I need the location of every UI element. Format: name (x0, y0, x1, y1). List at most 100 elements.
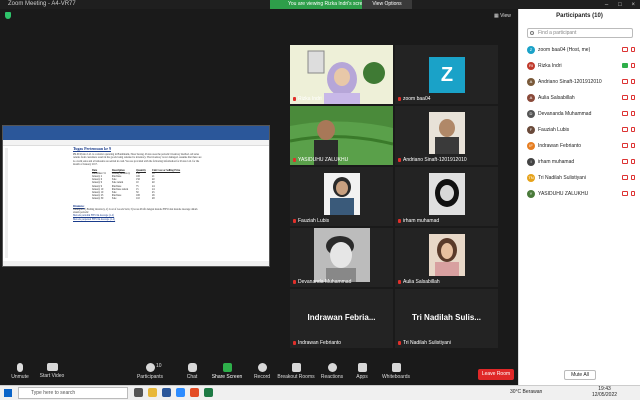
avatar: TN (527, 174, 535, 182)
weather-widget[interactable]: 30°C Berawan (510, 389, 542, 395)
muted-mic-icon (631, 159, 635, 164)
tile-display-name: Indrawan Febria... (307, 313, 376, 322)
view-button[interactable]: ▦ View (494, 13, 511, 19)
search-input[interactable]: Find a participant (527, 28, 633, 38)
participant-row[interactable]: TN Tri Nadilah Sulistiyani (527, 171, 639, 185)
video-tile[interactable]: Indrawan Febria... Indrawan Febrianto (290, 289, 393, 348)
muted-mic-icon (398, 219, 401, 223)
start-video-button[interactable]: Start Video (32, 363, 72, 379)
participants-button[interactable]: Participants 10 (130, 363, 170, 380)
taskbar-search-text: Type here to search (31, 390, 76, 396)
participant-status (622, 63, 635, 68)
word-status-bar (3, 261, 269, 266)
tile-name: irham muhamad (398, 218, 439, 224)
video-off-icon (622, 159, 628, 164)
muted-mic-icon (631, 111, 635, 116)
taskbar-search[interactable]: Type here to search (18, 387, 128, 399)
avatar: F (527, 126, 535, 134)
minimize-button[interactable]: – (605, 2, 608, 8)
participant-row[interactable]: Y YASIDUHU ZALUKHU (527, 187, 639, 201)
share-screen-icon (222, 363, 232, 372)
participant-status (622, 175, 635, 180)
video-off-icon (622, 175, 628, 180)
maximize-button[interactable]: □ (618, 2, 622, 8)
participant-row[interactable]: IF Indrawan Febrianto (527, 139, 639, 153)
tile-name: Devananda Muhammad (293, 279, 351, 285)
tile-name: Indrawan Febrianto (293, 340, 341, 346)
participant-row[interactable]: Zzoom baa04 (Host, me) (527, 43, 639, 57)
file-explorer-icon[interactable] (148, 388, 157, 397)
video-tile[interactable]: Z zoom baa04 (395, 45, 498, 104)
participant-name: Devananda Muhammad (538, 111, 592, 117)
participant-name: Andriano Sinaft-1201912010 (538, 79, 602, 85)
document-link[interactable]: Metode perpetual FIFO & Average (1-2) (73, 218, 203, 222)
muted-mic-icon (398, 158, 401, 162)
window-title: Zoom Meeting - A4-VR77 (8, 1, 76, 7)
video-tile[interactable]: Devananda Muhammad (290, 228, 393, 287)
participant-row[interactable]: A Andriano Sinaft-1201912010 (527, 75, 639, 89)
table-row: January 30 Sale 110 48 (89, 197, 183, 200)
zoom-icon[interactable] (176, 388, 185, 397)
muted-mic-icon (631, 95, 635, 100)
video-off-icon (622, 111, 628, 116)
video-tile[interactable]: YASIDUHU ZALUKHU (290, 106, 393, 165)
participant-row[interactable]: F Fauziah Lubis (527, 123, 639, 137)
participant-row[interactable]: A Aulia Salsabillah (527, 91, 639, 105)
video-tile[interactable]: Tri Nadilah Sulis... Tri Nadilah Sulisti… (395, 289, 498, 348)
tile-name: Tri Nadilah Sulistiyani (398, 340, 451, 346)
muted-mic-icon (631, 79, 635, 84)
avatar: A (527, 94, 535, 102)
table-cell: 110 (136, 197, 140, 201)
task-view-icon[interactable] (134, 388, 143, 397)
participant-name: Aulia Salsabillah (538, 95, 575, 101)
browser-icon[interactable] (190, 388, 199, 397)
share-screen-button[interactable]: Share Screen (207, 363, 247, 380)
window-controls: – □ × (600, 0, 640, 9)
video-camera-icon (46, 363, 58, 371)
shield-icon[interactable] (5, 12, 11, 19)
view-options-button[interactable]: View Options (362, 0, 412, 9)
muted-mic-icon (631, 63, 635, 68)
muted-mic-icon (293, 219, 296, 223)
windows-start-icon[interactable] (4, 389, 12, 397)
participant-status (622, 143, 635, 148)
document-title: Tugas Pertemuan ke 9 (73, 146, 111, 151)
word-icon[interactable] (162, 388, 171, 397)
breakout-rooms-icon (291, 363, 301, 372)
chat-button[interactable]: Chat (172, 363, 212, 380)
tile-display-name: Tri Nadilah Sulis... (412, 313, 481, 322)
video-off-icon (622, 79, 628, 84)
video-tile[interactable]: Fauziah Lubis (290, 167, 393, 226)
avatar: Y (527, 190, 535, 198)
breakout-rooms-button[interactable]: Breakout Rooms (276, 363, 316, 380)
video-off-icon (622, 127, 628, 132)
taskbar-clock[interactable]: 19:43 12/05/2022 (592, 386, 617, 398)
participant-name: Tri Nadilah Sulistiyani (538, 175, 586, 181)
avatar: Z (527, 46, 535, 54)
word-ribbon (3, 126, 269, 140)
shared-screen: Tugas Pertemuan ke 9 PR.09 Potato Ltd. i… (2, 125, 270, 267)
participant-name: zoom baa04 (Host, me) (538, 47, 591, 53)
mute-all-button[interactable]: Mute All (564, 370, 596, 380)
tile-name: Fauziah Lubis (293, 218, 329, 224)
video-tile[interactable]: Aulia Salsabillah (395, 228, 498, 287)
participant-row[interactable]: RI Rizka Indri (527, 59, 639, 73)
video-tile[interactable]: irham muhamad (395, 167, 498, 226)
vertical-ruler (5, 148, 8, 258)
participant-row[interactable]: D Devananda Muhammad (527, 107, 639, 121)
participant-status (622, 111, 635, 116)
whiteboards-button[interactable]: Whiteboards (376, 363, 416, 380)
inventory-table: Date Description Quantity Unit Cost or Sell… (89, 169, 183, 201)
participant-row[interactable]: Iirham muhamad (527, 155, 639, 169)
document-instructions: Hitunglah 1) Ending inventory, 2) Cost o… (73, 207, 198, 215)
participant-name: Fauziah Lubis (538, 127, 570, 133)
video-tile[interactable]: Rizka Indri (290, 45, 393, 104)
muted-mic-icon (293, 280, 296, 284)
excel-icon[interactable] (204, 388, 213, 397)
muted-mic-icon (631, 175, 635, 180)
video-off-icon (622, 95, 628, 100)
leave-room-button[interactable]: Leave Room (478, 369, 514, 380)
close-button[interactable]: × (632, 2, 636, 8)
video-tile[interactable]: Andriano Sinaft-1201912010 (395, 106, 498, 165)
table-cell: Sale (111, 197, 117, 201)
